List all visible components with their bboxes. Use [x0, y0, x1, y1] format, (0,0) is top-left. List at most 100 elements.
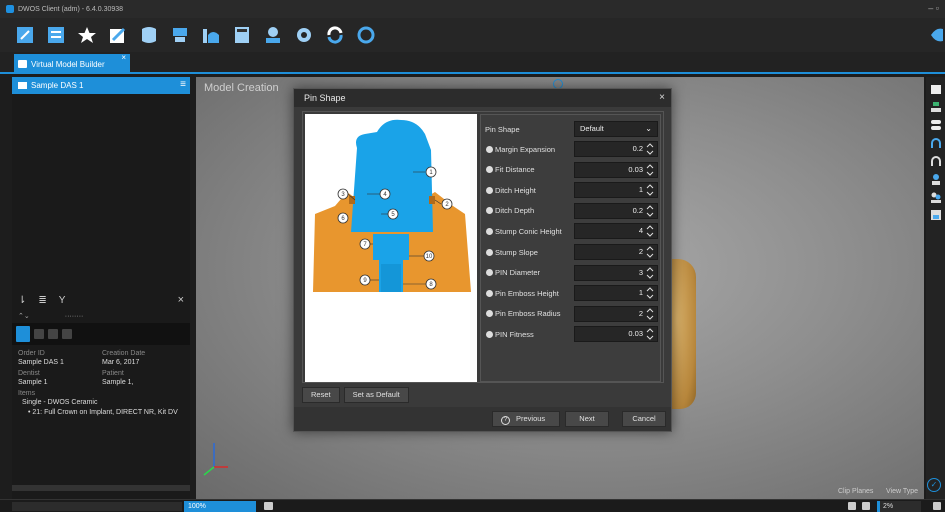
- info-icon[interactable]: [486, 248, 493, 256]
- param-label: Pin Emboss Radius: [495, 309, 561, 319]
- info-icon[interactable]: [486, 166, 493, 174]
- param-row: PIN Fitness 0.03: [481, 324, 660, 344]
- collapse-handle[interactable]: ⌃⌄ ········: [18, 312, 188, 320]
- dialog-title-text: Pin Shape: [304, 93, 346, 103]
- scan-icon[interactable]: [138, 24, 160, 46]
- horizontal-scrollbar[interactable]: [12, 485, 190, 491]
- pin-shape-select[interactable]: Default ⌄: [574, 121, 658, 137]
- close-icon[interactable]: ×: [121, 53, 126, 62]
- user-group-icon[interactable]: [930, 191, 942, 203]
- previous-label: Previous: [516, 414, 546, 423]
- stepper-arrows-icon[interactable]: [646, 327, 654, 341]
- stepper-arrows-icon[interactable]: [646, 266, 654, 280]
- info-icon[interactable]: [486, 330, 493, 338]
- save-icon[interactable]: [930, 209, 942, 221]
- tab-designs[interactable]: [48, 329, 58, 339]
- set-default-button[interactable]: Set as Default: [343, 387, 409, 403]
- info-icon[interactable]: [486, 289, 493, 297]
- param-stepper[interactable]: 1: [574, 285, 658, 302]
- camera-icon[interactable]: [264, 502, 273, 510]
- users-icon[interactable]: [262, 24, 284, 46]
- tab-files[interactable]: [62, 329, 72, 339]
- param-value: 2: [638, 247, 643, 256]
- stepper-arrows-icon[interactable]: [646, 142, 654, 156]
- zoom-indicator[interactable]: 2%: [877, 501, 921, 512]
- param-stepper[interactable]: 2: [574, 244, 658, 260]
- sort-icon[interactable]: ⇂: [18, 295, 26, 306]
- model-base-icon[interactable]: [930, 101, 942, 113]
- toolbar-overflow-icon[interactable]: [929, 26, 943, 44]
- search-icon[interactable]: [862, 502, 870, 510]
- pin-shape-illustration: 1 2 3 4 5 6 7 8 9 10: [313, 119, 471, 292]
- param-label: Margin Expansion: [495, 144, 556, 154]
- status-message: [12, 502, 182, 511]
- layers-icon[interactable]: [930, 119, 942, 131]
- param-row: Ditch Height 1: [481, 180, 660, 200]
- previous-button[interactable]: ? Previous: [492, 411, 560, 427]
- calculator-icon[interactable]: [231, 24, 253, 46]
- stepper-arrows-icon[interactable]: [646, 183, 654, 197]
- stepper-arrows-icon[interactable]: [646, 224, 654, 238]
- param-value: 4: [638, 226, 643, 236]
- cancel-button[interactable]: Cancel: [622, 411, 666, 427]
- tab-scans[interactable]: [34, 329, 44, 339]
- order-list-icon[interactable]: [45, 24, 67, 46]
- filter-icon[interactable]: Y: [59, 295, 66, 306]
- favorite-icon[interactable]: [76, 24, 98, 46]
- view-type-label[interactable]: View Type: [886, 488, 918, 495]
- folder-icon[interactable]: [930, 83, 942, 95]
- stepper-arrows-icon[interactable]: [646, 204, 654, 218]
- param-stepper[interactable]: 2: [574, 305, 658, 322]
- info-icon[interactable]: [486, 227, 493, 235]
- param-value: 0.2: [632, 205, 643, 215]
- param-stepper[interactable]: 4: [574, 223, 658, 240]
- reset-button[interactable]: Reset: [302, 387, 340, 403]
- next-button[interactable]: Next: [565, 411, 609, 427]
- param-stepper[interactable]: 0.03: [574, 326, 658, 343]
- arch-icon[interactable]: [930, 137, 942, 149]
- tab-details[interactable]: [16, 326, 30, 342]
- light-icon[interactable]: [848, 502, 856, 510]
- settings-icon[interactable]: [293, 24, 315, 46]
- sync-icon[interactable]: [324, 24, 346, 46]
- clip-planes-label[interactable]: Clip Planes: [838, 488, 873, 495]
- param-stepper[interactable]: 0.2: [574, 202, 658, 219]
- menu-icon[interactable]: ≡: [180, 79, 186, 90]
- right-toolstrip: [926, 77, 945, 499]
- close-icon[interactable]: ×: [659, 92, 665, 103]
- info-icon[interactable]: [486, 145, 493, 153]
- param-stepper[interactable]: 3: [574, 264, 658, 281]
- param-stepper[interactable]: 1: [574, 182, 658, 199]
- dialog-body: 1 2 3 4 5 6 7 8 9 10 Pin Shape Default ⌄…: [302, 111, 664, 383]
- print-icon[interactable]: [933, 502, 941, 510]
- order-list-item-selected[interactable]: Sample DAS 1 ≡: [12, 77, 190, 94]
- stepper-arrows-icon[interactable]: [646, 163, 654, 177]
- design-icon[interactable]: [200, 24, 222, 46]
- info-icon[interactable]: [486, 186, 493, 194]
- minimize-icon[interactable]: – ▫: [928, 3, 939, 13]
- arch-lower-icon[interactable]: [930, 155, 942, 167]
- param-label: Ditch Height: [495, 185, 536, 195]
- info-icon[interactable]: [486, 310, 493, 318]
- help-icon[interactable]: [355, 24, 377, 46]
- edit-icon[interactable]: [107, 24, 129, 46]
- user-icon[interactable]: [930, 173, 942, 185]
- new-order-icon[interactable]: [14, 24, 36, 46]
- param-stepper[interactable]: 0.03: [574, 161, 658, 178]
- param-label: Stump Conic Height: [495, 226, 562, 236]
- param-row: Ditch Depth 0.2: [481, 201, 660, 221]
- info-icon[interactable]: [486, 207, 493, 215]
- group-icon[interactable]: ≣: [38, 295, 46, 306]
- view-type-icon[interactable]: ✓: [927, 478, 941, 492]
- info-icon[interactable]: [486, 269, 493, 277]
- param-stepper[interactable]: 0.2: [574, 141, 658, 157]
- close-icon[interactable]: ×: [178, 294, 184, 306]
- model-icon[interactable]: [169, 24, 191, 46]
- stepper-arrows-icon[interactable]: [646, 307, 654, 321]
- help-icon[interactable]: ?: [501, 416, 510, 425]
- list-item[interactable]: • 21: Full Crown on Implant, DIRECT NR, …: [18, 408, 188, 418]
- param-value: 2: [638, 308, 643, 318]
- tab-virtual-model-builder[interactable]: Virtual Model Builder ×: [14, 53, 130, 74]
- stepper-arrows-icon[interactable]: [646, 245, 654, 259]
- stepper-arrows-icon[interactable]: [646, 286, 654, 300]
